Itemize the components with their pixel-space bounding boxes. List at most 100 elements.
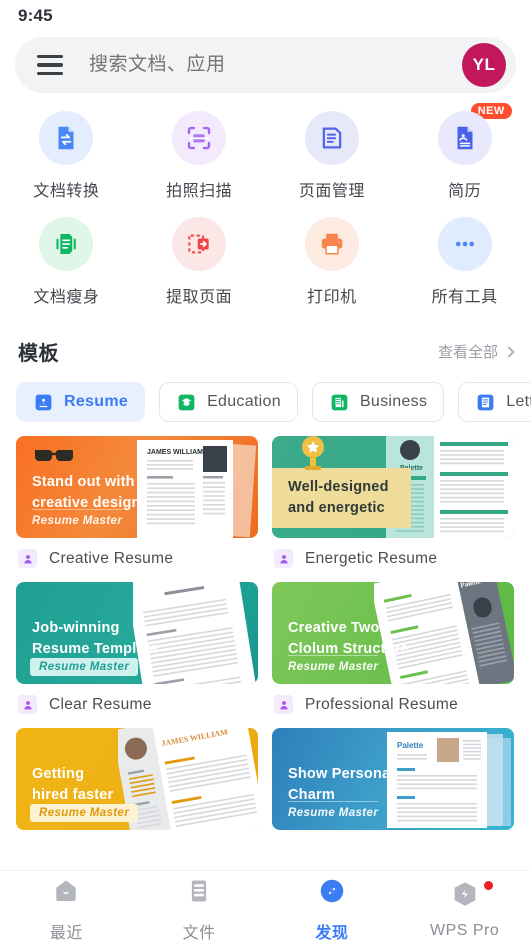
template-headline-2: Charm [288, 787, 335, 803]
template-card[interactable]: JAMES WILLIAM Getting hired faster Resum… [16, 728, 258, 830]
template-thumbnail[interactable]: Palette Well-designed and energetic Resu… [272, 436, 514, 538]
template-caption: Creative Resume [16, 549, 258, 568]
template-card[interactable]: Job-winning Resume Template Resume Maste… [16, 582, 258, 714]
template-headline-1: Show Personal [288, 766, 395, 782]
chip-label: Letter [506, 393, 531, 410]
chip-label: Business [359, 393, 428, 410]
template-card[interactable]: JAMES WILLIAM Stand out with creative de… [16, 436, 258, 568]
document-convert-icon [39, 111, 94, 165]
template-caption: Energetic Resume [272, 549, 514, 568]
tool-item-document-slim[interactable]: 文档瘦身 [0, 217, 133, 307]
tool-label: 文档瘦身 [33, 289, 100, 306]
resume-chip-icon [33, 392, 54, 413]
tool-item-extract-page[interactable]: 提取页面 [133, 217, 266, 307]
person-badge-icon [18, 695, 37, 714]
tool-item-camera-scan[interactable]: 拍照扫描 [133, 111, 266, 201]
tool-item-printer[interactable]: 打印机 [266, 217, 399, 307]
template-caption: Professional Resume [272, 695, 514, 714]
tool-label: 提取页面 [166, 289, 233, 306]
person-badge-icon [274, 695, 293, 714]
tab-files[interactable]: 文件 [133, 876, 266, 943]
tool-item-document-convert[interactable]: 文档转换 [0, 111, 133, 201]
template-card[interactable]: Palette Well-designed and energetic Resu… [272, 436, 514, 568]
template-name: Creative Resume [49, 549, 174, 567]
page-manage-icon [304, 111, 359, 165]
hamburger-menu-icon[interactable] [37, 55, 63, 75]
template-name: Clear Resume [49, 695, 152, 713]
template-headline-1: Well-designed [288, 479, 389, 495]
person-badge-icon [18, 549, 37, 568]
template-thumbnail[interactable]: Palette Creative Two Clolum Structure Re… [272, 582, 514, 684]
tool-item-page-manage[interactable]: 页面管理 [266, 111, 399, 201]
status-time: 9:45 [18, 6, 53, 25]
template-caption: Clear Resume [16, 695, 258, 714]
bottom-tab-bar: 最近 文件 发现 WPS Pro [0, 870, 531, 948]
document-slim-icon [39, 217, 94, 271]
status-bar: 9:45 [0, 0, 531, 32]
chip-Education[interactable]: Education [159, 382, 298, 422]
letter-chip-icon [475, 392, 496, 413]
tool-label: 打印机 [307, 289, 357, 306]
tool-label: 拍照扫描 [166, 183, 233, 200]
avatar[interactable]: YL [462, 43, 506, 87]
extract-page-icon [172, 217, 227, 271]
search-bar-container: YL [0, 32, 531, 93]
wps-pro-icon [450, 879, 480, 914]
business-chip-icon [329, 392, 350, 413]
chip-label: Resume [64, 393, 129, 410]
person-badge-icon [274, 549, 293, 568]
section-title: 模板 [18, 343, 59, 365]
search-input[interactable] [89, 54, 462, 76]
chip-Resume[interactable]: Resume [16, 382, 146, 422]
more-dots-icon [437, 217, 492, 271]
tool-item-more-dots[interactable]: 所有工具 [398, 217, 531, 307]
tool-label: 文档转换 [33, 183, 100, 200]
template-art-text: Job-winning Resume Template [16, 582, 258, 684]
printer-icon [304, 217, 359, 271]
template-thumbnail[interactable]: JAMES WILLIAM Getting hired faster Resum… [16, 728, 258, 830]
template-headline-1: Creative Two [288, 620, 380, 636]
template-headline-1: Getting [32, 766, 85, 782]
template-name: Energetic Resume [305, 549, 438, 567]
tool-grid: 文档转换 拍照扫描 页面管理 NEW 简历 文档瘦身 提取页面 打印机 所有工具 [0, 93, 531, 323]
view-all-button[interactable]: 查看全部 [437, 341, 515, 362]
notification-dot [484, 881, 493, 890]
tab-label: 最近 [49, 925, 83, 942]
files-icon [184, 876, 214, 911]
tab-compass[interactable]: 发现 [266, 876, 399, 943]
template-name: Professional Resume [305, 695, 459, 713]
tool-label: 所有工具 [431, 289, 498, 306]
template-card[interactable]: Palette Creative Two Clolum Structure Re… [272, 582, 514, 714]
template-headline-2: Clolum Structure [288, 641, 409, 657]
tab-label: WPS Pro [429, 922, 500, 939]
search-bar[interactable]: YL [15, 37, 516, 93]
template-headline-2: hired faster [32, 787, 114, 803]
template-headline-1: Job-winning [32, 620, 120, 636]
template-thumbnail[interactable]: Job-winning Resume Template Resume Maste… [16, 582, 258, 684]
tab-recent[interactable]: 最近 [0, 876, 133, 943]
chevron-right-icon [503, 345, 515, 358]
compass-icon [317, 876, 347, 911]
view-all-label: 查看全部 [437, 344, 498, 361]
template-headline-2: and energetic [288, 500, 385, 516]
template-art-text: Getting hired faster [16, 728, 258, 830]
tab-wps-pro[interactable]: WPS Pro [398, 879, 531, 940]
template-thumbnail[interactable]: JAMES WILLIAM Stand out with creative de… [16, 436, 258, 538]
template-headline-1: Stand out with [32, 474, 135, 490]
tool-item-resume[interactable]: NEW 简历 [398, 103, 531, 201]
templates-header: 模板 查看全部 [0, 337, 531, 366]
template-thumbnail[interactable]: Palette Show Personal Charm Resume Maste… [272, 728, 514, 830]
resume-icon [437, 111, 492, 165]
template-art-text: Creative Two Clolum Structure [272, 582, 514, 684]
template-headline-2: creative design [32, 495, 141, 511]
camera-scan-icon [172, 111, 227, 165]
template-headline-2: Resume Template [32, 641, 159, 657]
chip-Letter[interactable]: Letter [458, 382, 531, 422]
template-card[interactable]: Palette Show Personal Charm Resume Maste… [272, 728, 514, 830]
tool-label: 页面管理 [298, 183, 365, 200]
education-chip-icon [176, 392, 197, 413]
category-chip-row[interactable]: Resume Education Business Letter [0, 382, 531, 422]
recent-icon [51, 876, 81, 911]
chip-Business[interactable]: Business [311, 382, 445, 422]
tool-label: 简历 [448, 183, 482, 200]
